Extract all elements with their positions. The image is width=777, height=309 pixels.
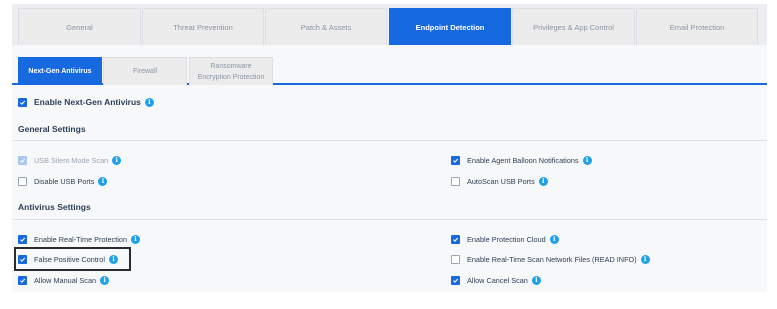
- highlight-box: [14, 247, 131, 271]
- section-divider: [12, 140, 767, 141]
- allow-manual-scan-checkbox[interactable]: [18, 275, 27, 285]
- usb-silent-mode-checkbox[interactable]: [18, 155, 27, 165]
- subtab-ransomware-encryption-protection[interactable]: Ransomware Encryption Protection: [189, 57, 273, 85]
- scan-network-files-checkbox[interactable]: [451, 254, 460, 264]
- check-icon: [20, 237, 26, 242]
- tab-email-protection[interactable]: Email Protection: [636, 8, 758, 45]
- tab-threat-prevention[interactable]: Threat Prevention: [142, 8, 264, 45]
- check-icon: [453, 158, 459, 163]
- allow-manual-scan-label: Allow Manual Scan: [34, 275, 97, 285]
- real-time-protection-row: Enable Real-Time Protection i: [18, 232, 141, 246]
- tab-general[interactable]: General: [18, 8, 141, 45]
- info-icon[interactable]: i: [538, 176, 548, 186]
- info-icon[interactable]: i: [112, 155, 122, 165]
- subtab-firewall[interactable]: Firewall: [103, 57, 187, 85]
- info-icon[interactable]: i: [144, 97, 154, 107]
- check-icon: [453, 237, 459, 242]
- check-icon: [20, 278, 26, 283]
- tab-patch-assets[interactable]: Patch & Assets: [265, 8, 387, 45]
- info-icon[interactable]: i: [100, 275, 110, 285]
- disable-usb-ports-label: Disable USB Ports: [34, 176, 95, 186]
- allow-manual-scan-row: Allow Manual Scan i: [18, 273, 110, 287]
- info-icon[interactable]: i: [98, 176, 108, 186]
- agent-balloon-notifications-checkbox[interactable]: [451, 155, 460, 165]
- autoscan-usb-ports-checkbox[interactable]: [451, 176, 460, 186]
- info-icon[interactable]: i: [531, 275, 541, 285]
- antivirus-settings-title: Antivirus Settings: [18, 202, 91, 212]
- info-icon[interactable]: i: [640, 254, 650, 264]
- tab-privileges-app-control[interactable]: Privileges & App Control: [512, 8, 635, 45]
- tab-endpoint-detection[interactable]: Endpoint Detection: [389, 8, 511, 45]
- section-divider: [12, 219, 767, 220]
- usb-silent-mode-row: USB Silent Mode Scan i: [18, 153, 122, 167]
- autoscan-usb-ports-label: AutoScan USB Ports: [467, 176, 535, 186]
- protection-cloud-row: Enable Protection Cloud i: [451, 232, 559, 246]
- usb-silent-mode-label: USB Silent Mode Scan: [34, 155, 109, 165]
- agent-balloon-notifications-label: Enable Agent Balloon Notifications: [467, 155, 579, 165]
- general-settings-title: General Settings: [18, 124, 86, 134]
- autoscan-usb-ports-row: AutoScan USB Ports i: [451, 174, 548, 188]
- enable-ngav-checkbox[interactable]: [18, 97, 27, 107]
- check-icon: [20, 158, 26, 163]
- info-icon[interactable]: i: [582, 155, 592, 165]
- protection-cloud-checkbox[interactable]: [451, 234, 460, 244]
- allow-cancel-scan-row: Allow Cancel Scan i: [451, 273, 541, 287]
- disable-usb-ports-checkbox[interactable]: [18, 176, 27, 186]
- check-icon: [20, 100, 26, 105]
- check-icon: [453, 278, 459, 283]
- scan-network-files-row: Enable Real-Time Scan Network Files (REA…: [451, 252, 650, 266]
- protection-cloud-label: Enable Protection Cloud: [467, 234, 546, 244]
- subtab-next-gen-antivirus[interactable]: Next-Gen Antivirus: [18, 57, 102, 85]
- info-icon[interactable]: i: [549, 234, 559, 244]
- real-time-protection-checkbox[interactable]: [18, 234, 27, 244]
- scan-network-files-label: Enable Real-Time Scan Network Files (REA…: [467, 254, 637, 264]
- enable-ngav-label: Enable Next-Gen Antivirus: [34, 97, 141, 107]
- real-time-protection-label: Enable Real-Time Protection: [34, 234, 128, 244]
- allow-cancel-scan-label: Allow Cancel Scan: [467, 275, 528, 285]
- info-icon[interactable]: i: [131, 234, 141, 244]
- allow-cancel-scan-checkbox[interactable]: [451, 275, 460, 285]
- agent-balloon-notifications-row: Enable Agent Balloon Notifications i: [451, 153, 592, 167]
- enable-ngav-row: Enable Next-Gen Antivirus i: [18, 95, 154, 109]
- disable-usb-ports-row: Disable USB Ports i: [18, 174, 108, 188]
